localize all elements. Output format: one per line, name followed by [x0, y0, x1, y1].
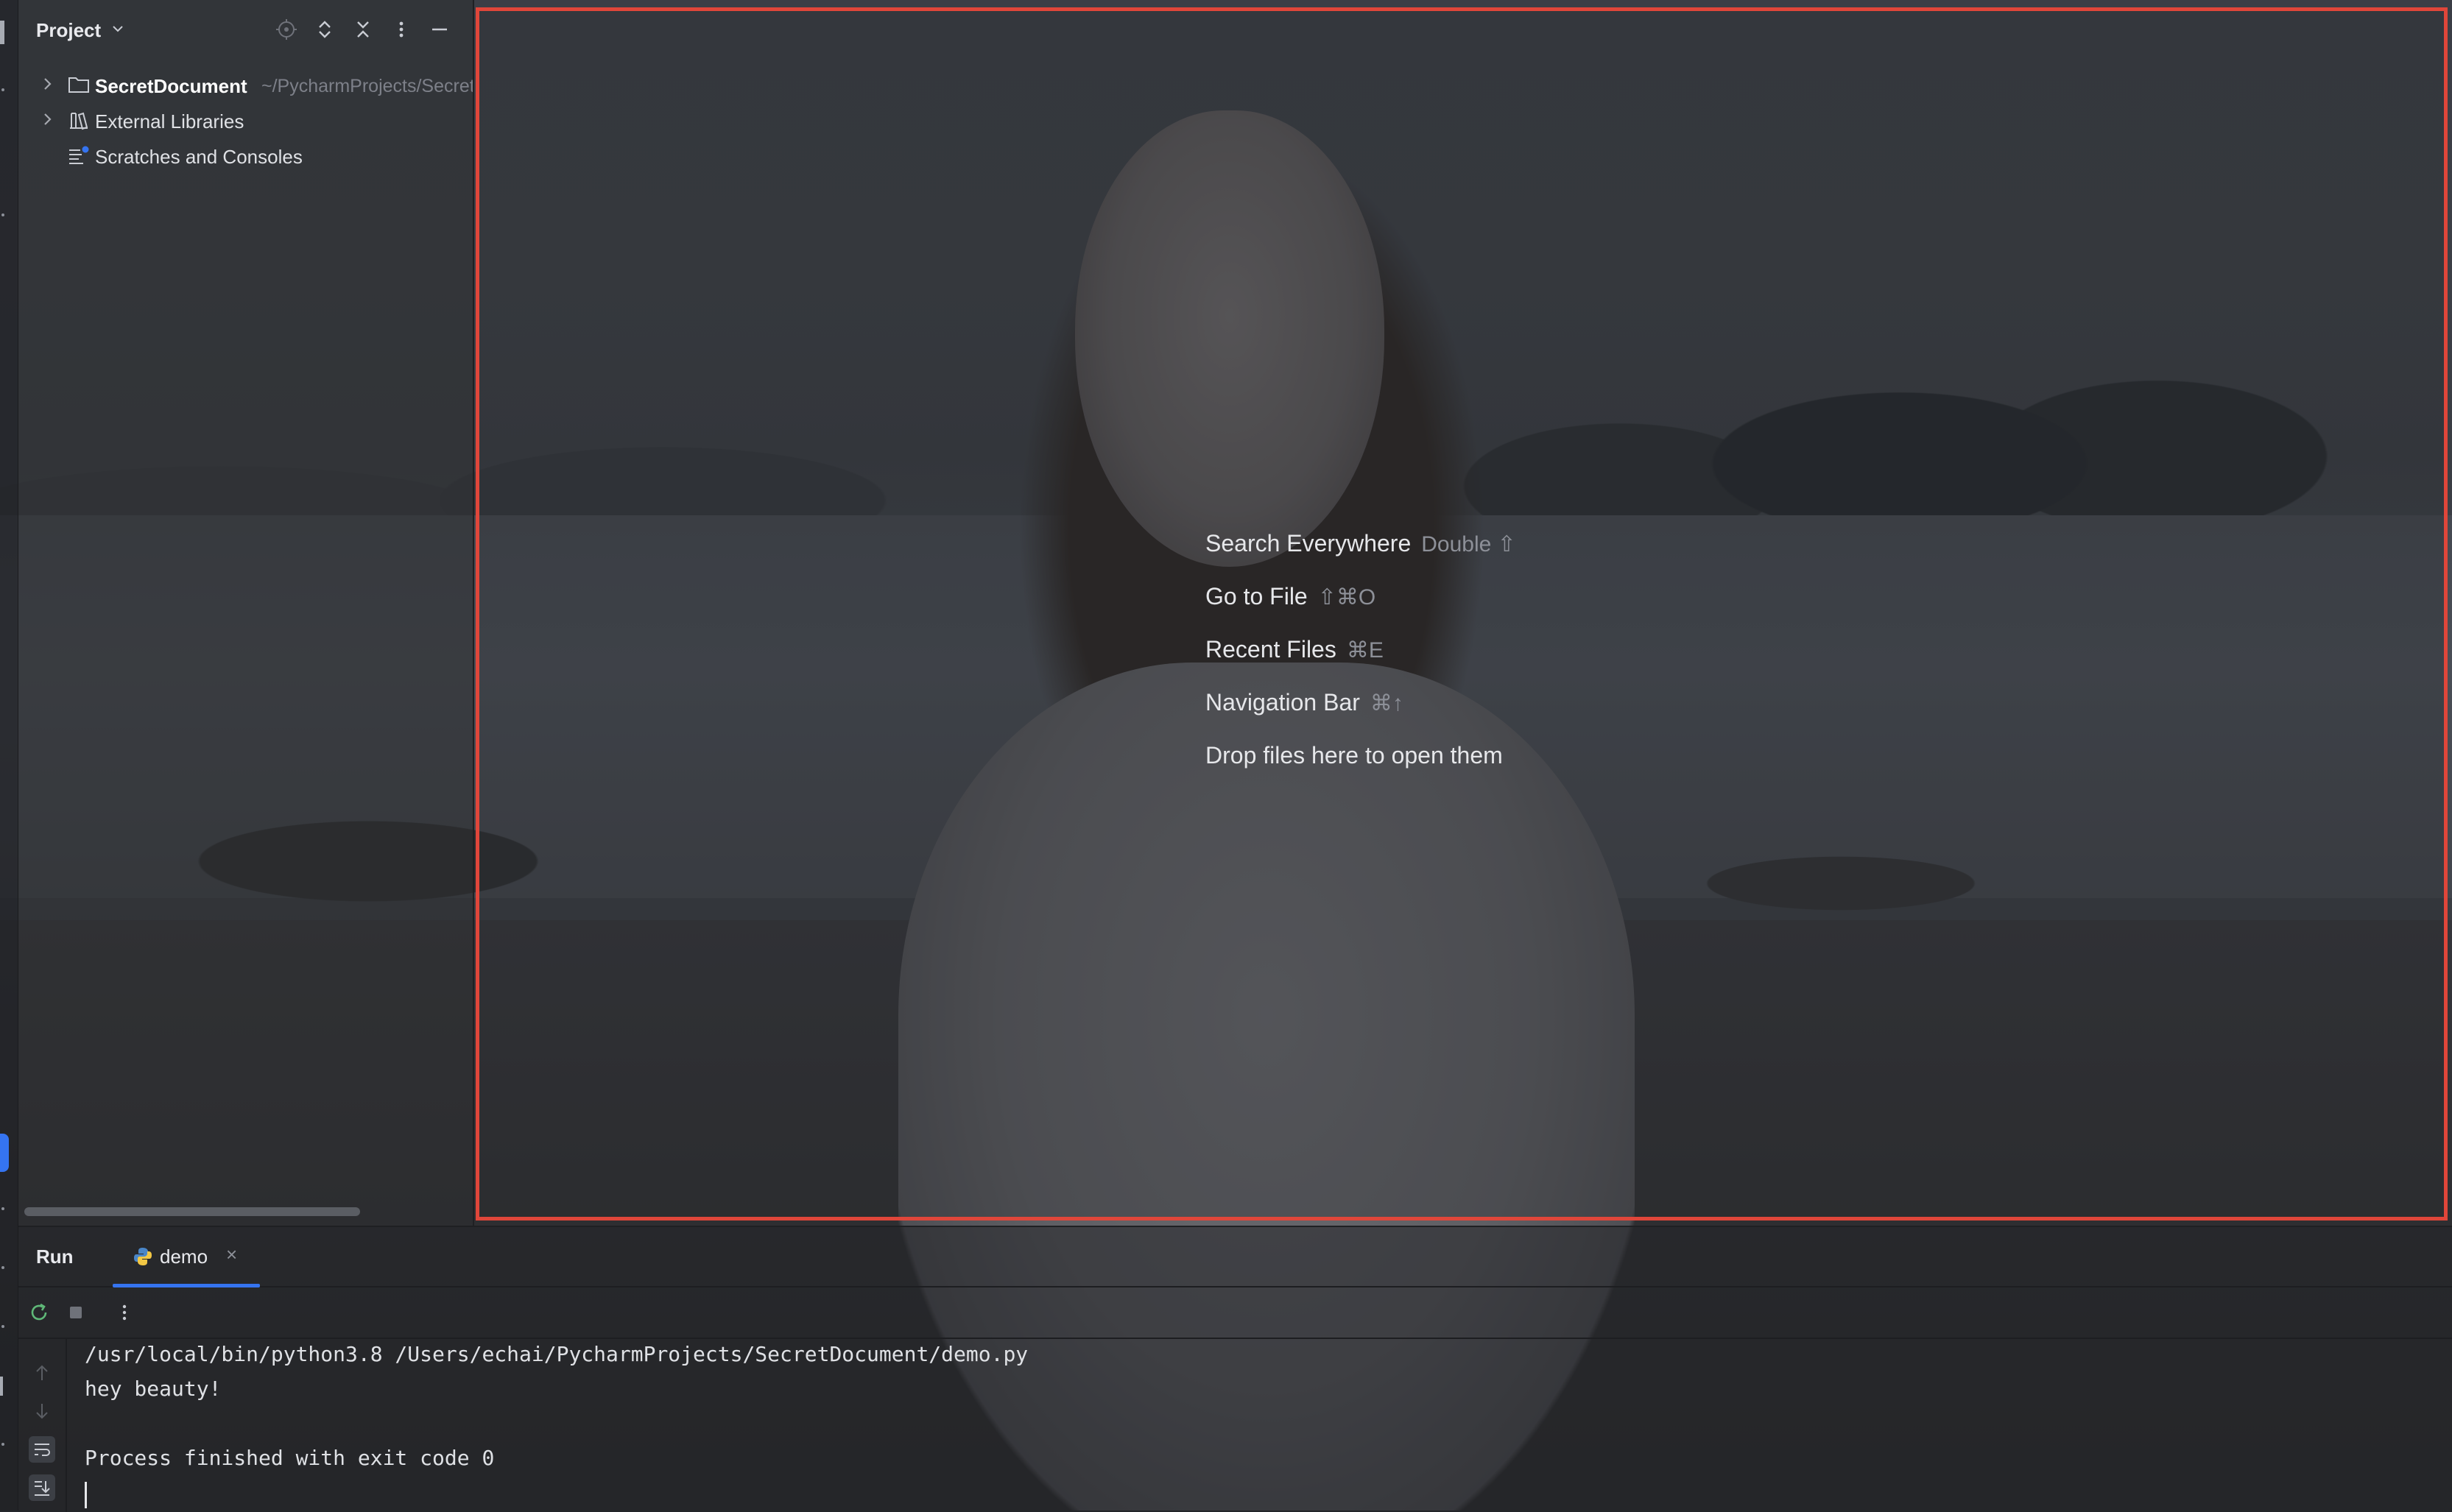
expand-all-icon[interactable]	[311, 16, 338, 43]
project-tool-icon[interactable]	[0, 21, 4, 44]
horizontal-scrollbar[interactable]	[24, 1207, 360, 1216]
python-icon	[132, 1246, 154, 1268]
hint-navigation-bar: Navigation Bar ⌘↑	[1205, 689, 1403, 716]
chevron-right-icon[interactable]	[38, 74, 58, 94]
hint-shortcut: ⌘E	[1346, 638, 1384, 663]
tool-strip-dot	[1, 1443, 4, 1446]
tool-strip-dot	[1, 1325, 4, 1328]
tool-strip-mark	[0, 1377, 3, 1396]
tree-item-secretdocument[interactable]: SecretDocument ~/PycharmProjects/SecretD…	[18, 68, 473, 102]
arrow-up-icon[interactable]	[29, 1360, 55, 1386]
hint-label: Navigation Bar	[1205, 689, 1360, 716]
more-options-icon[interactable]	[388, 16, 415, 43]
tree-item-label: Scratches and Consoles	[95, 146, 303, 168]
tool-strip-dot	[1, 213, 4, 216]
hint-drop-files: Drop files here to open them	[1205, 742, 1503, 769]
soft-wrap-icon[interactable]	[29, 1436, 55, 1463]
stop-icon[interactable]	[63, 1299, 89, 1326]
minimize-icon[interactable]	[426, 16, 453, 43]
console-line: hey beauty!	[85, 1377, 222, 1401]
console-line: Process finished with exit code 0	[85, 1446, 495, 1470]
tree-item-external-libraries[interactable]: External Libraries	[18, 103, 473, 137]
editor-area[interactable]	[476, 7, 2448, 1220]
tree-item-path: ~/PycharmProjects/SecretDocument	[261, 76, 473, 96]
library-icon	[67, 109, 91, 131]
text-caret	[85, 1482, 87, 1508]
arrow-down-icon[interactable]	[29, 1398, 55, 1424]
tool-strip-dot	[1, 1266, 4, 1269]
hint-go-to-file: Go to File ⇧⌘O	[1205, 583, 1375, 610]
scratches-icon	[67, 144, 91, 166]
scroll-to-end-icon[interactable]	[29, 1474, 55, 1501]
hint-search-everywhere: Search Everywhere Double ⇧	[1205, 530, 1516, 557]
project-panel-title[interactable]: Project	[36, 19, 101, 42]
console-gutter	[18, 1339, 67, 1512]
tool-strip-dot	[1, 1207, 4, 1210]
console-line: /usr/local/bin/python3.8 /Users/echai/Py…	[85, 1342, 1029, 1366]
chevron-down-icon[interactable]	[111, 21, 124, 40]
run-tool-window: Run demo × /usr/local/bin/python3.8 /Use…	[18, 1226, 2452, 1512]
locate-icon[interactable]	[273, 16, 300, 43]
hint-shortcut: ⌘↑	[1370, 691, 1403, 716]
hint-label: Go to File	[1205, 583, 1308, 610]
run-window-title: Run	[36, 1246, 74, 1268]
tree-item-label: External Libraries	[95, 110, 244, 133]
rerun-icon[interactable]	[26, 1299, 52, 1326]
collapse-all-icon[interactable]	[350, 16, 376, 43]
project-panel-header: Project	[18, 0, 473, 62]
hint-shortcut: ⇧⌘O	[1317, 585, 1376, 610]
run-tool-icon[interactable]	[0, 1134, 9, 1172]
run-toolbar	[18, 1287, 2452, 1339]
tab-demo[interactable]: demo ×	[113, 1227, 260, 1287]
tree-item-scratches[interactable]: Scratches and Consoles	[18, 138, 473, 172]
hint-label: Search Everywhere	[1205, 530, 1412, 557]
project-panel: Project SecretDocument ~/PycharmProjects…	[18, 0, 474, 1226]
hint-label: Recent Files	[1205, 636, 1336, 663]
chevron-right-icon[interactable]	[38, 109, 58, 130]
run-tab-bar: Run demo ×	[18, 1227, 2452, 1287]
folder-icon	[67, 74, 91, 96]
hint-label: Drop files here to open them	[1205, 742, 1503, 769]
tool-window-strip	[0, 0, 18, 1511]
hint-recent-files: Recent Files ⌘E	[1205, 636, 1384, 663]
tool-strip-dot	[1, 88, 4, 91]
close-icon[interactable]: ×	[226, 1243, 237, 1266]
tab-label: demo	[160, 1246, 208, 1268]
more-options-icon[interactable]	[111, 1299, 138, 1326]
tree-item-label: SecretDocument	[95, 75, 247, 97]
hint-shortcut: Double ⇧	[1421, 532, 1516, 557]
